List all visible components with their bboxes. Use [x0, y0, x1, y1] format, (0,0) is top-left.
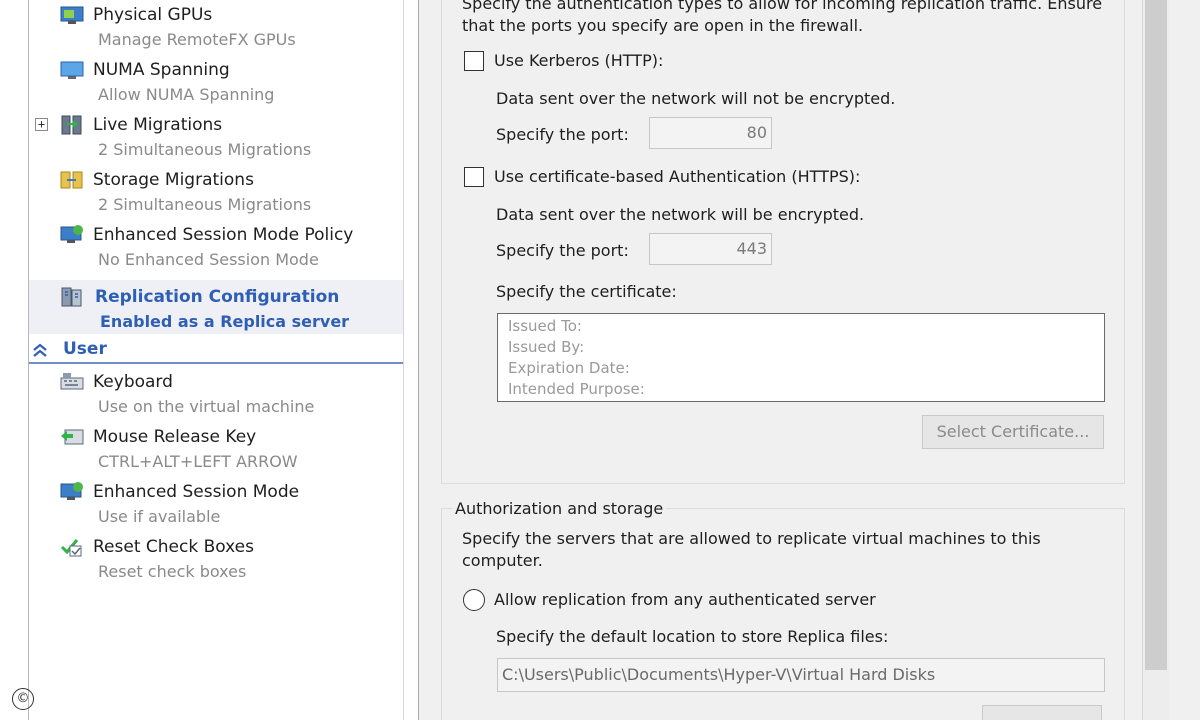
- certificate-label: Specify the certificate:: [496, 282, 677, 301]
- monitor-icon: [60, 61, 84, 79]
- kerberos-port-label: Specify the port:: [496, 125, 629, 144]
- nav-border-right: [403, 0, 404, 720]
- expand-icon[interactable]: +: [35, 118, 48, 131]
- keyboard-icon: [60, 373, 84, 390]
- storage-migration-icon: [60, 171, 83, 189]
- default-location-label: Specify the default location to store Re…: [496, 627, 889, 646]
- copyright-mark: ©: [12, 688, 34, 710]
- nav-item-title: Keyboard: [93, 372, 173, 392]
- replication-icon: [61, 287, 82, 307]
- intended-purpose-label: Intended Purpose:: [508, 380, 645, 398]
- nav-item-replication-configuration[interactable]: Replication Configuration Enabled as a R…: [29, 280, 403, 334]
- nav-item-subtitle: Manage RemoteFX GPUs: [98, 30, 296, 49]
- nav-item-title: Replication Configuration: [95, 287, 340, 307]
- nav-item-title: NUMA Spanning: [93, 60, 230, 80]
- nav-item-subtitle: No Enhanced Session Mode: [98, 250, 319, 269]
- nav-item-subtitle: Enabled as a Replica server: [100, 312, 350, 331]
- nav-item-mouse-release-key[interactable]: Mouse Release Key CTRL+ALT+LEFT ARROW: [29, 420, 403, 474]
- auth-intro-line2: that the ports you specify are open in t…: [462, 16, 864, 35]
- kerberos-label[interactable]: Use Kerberos (HTTP):: [494, 51, 663, 70]
- collapse-chevron-icon[interactable]: [31, 341, 49, 359]
- nav-item-title: Enhanced Session Mode Policy: [93, 225, 354, 245]
- storage-intro-line2: computer.: [462, 551, 543, 570]
- expiration-date-label: Expiration Date:: [508, 359, 630, 377]
- default-location-input[interactable]: C:\Users\Public\Documents\Hyper-V\Virtua…: [497, 658, 1105, 692]
- section-header-user[interactable]: User: [29, 336, 403, 364]
- certificate-details-box: Issued To: Issued By: Expiration Date: I…: [497, 313, 1105, 402]
- nav-item-title: Mouse Release Key: [93, 427, 257, 447]
- nav-item-subtitle: Allow NUMA Spanning: [98, 85, 275, 104]
- gpu-icon: [60, 6, 84, 24]
- nav-item-title: Storage Migrations: [93, 170, 254, 190]
- kerberos-port-input[interactable]: 80: [649, 117, 772, 149]
- nav-item-storage-migrations[interactable]: Storage Migrations 2 Simultaneous Migrat…: [29, 163, 403, 217]
- session-policy-icon: [60, 225, 83, 243]
- allow-any-server-radio[interactable]: [463, 589, 485, 611]
- auth-intro-line1: Specify the authentication types to allo…: [462, 0, 1103, 13]
- nav-item-subtitle: 2 Simultaneous Migrations: [98, 140, 312, 159]
- nav-item-subtitle: CTRL+ALT+LEFT ARROW: [98, 452, 298, 471]
- section-label: User: [63, 339, 107, 359]
- storage-intro-line1: Specify the servers that are allowed to …: [462, 529, 1041, 548]
- nav-item-enhanced-session-mode[interactable]: Enhanced Session Mode Use if available: [29, 475, 403, 529]
- session-mode-icon: [60, 482, 83, 500]
- mouse-release-icon: [61, 429, 84, 445]
- nav-item-subtitle: Use on the virtual machine: [98, 397, 315, 416]
- nav-item-title: Physical GPUs: [93, 5, 213, 25]
- certificate-auth-label[interactable]: Use certificate-based Authentication (HT…: [494, 167, 860, 186]
- nav-item-title: Enhanced Session Mode: [93, 482, 300, 502]
- kerberos-description: Data sent over the network will not be e…: [496, 89, 896, 108]
- nav-item-subtitle: Use if available: [98, 507, 221, 526]
- nav-item-reset-check-boxes[interactable]: Reset Check Boxes Reset check boxes: [29, 530, 403, 584]
- select-certificate-button[interactable]: Select Certificate...: [922, 415, 1104, 449]
- authorization-storage-title: Authorization and storage: [452, 499, 667, 518]
- https-port-input[interactable]: 443: [649, 233, 772, 265]
- nav-item-title: Reset Check Boxes: [93, 537, 254, 557]
- kerberos-checkbox[interactable]: [464, 51, 484, 71]
- nav-item-subtitle: Reset check boxes: [98, 562, 247, 581]
- nav-item-enhanced-session-mode-policy[interactable]: Enhanced Session Mode Policy No Enhanced…: [29, 218, 403, 272]
- settings-nav-tree: Physical GPUs Manage RemoteFX GPUs NUMA …: [0, 0, 404, 720]
- nav-item-physical-gpus[interactable]: Physical GPUs Manage RemoteFX GPUs: [29, 0, 403, 52]
- certificate-auth-description: Data sent over the network will be encry…: [496, 205, 865, 224]
- issued-to-label: Issued To:: [508, 317, 582, 335]
- scrollbar-thumb[interactable]: [1145, 0, 1167, 670]
- allow-any-server-label[interactable]: Allow replication from any authenticated…: [494, 590, 876, 609]
- nav-item-live-migrations[interactable]: + Live Migrations 2 Simultaneous Migrati…: [29, 108, 403, 162]
- nav-item-numa-spanning[interactable]: NUMA Spanning Allow NUMA Spanning: [29, 53, 403, 107]
- nav-item-subtitle: 2 Simultaneous Migrations: [98, 195, 312, 214]
- https-port-label: Specify the port:: [496, 241, 629, 260]
- issued-by-label: Issued By:: [508, 338, 585, 356]
- nav-item-keyboard[interactable]: Keyboard Use on the virtual machine: [29, 365, 403, 419]
- reset-checkbox-icon: [60, 539, 82, 557]
- live-migration-icon: [61, 115, 82, 135]
- browse-button[interactable]: [982, 705, 1102, 720]
- certificate-auth-checkbox[interactable]: [464, 167, 484, 187]
- nav-item-title: Live Migrations: [93, 115, 223, 135]
